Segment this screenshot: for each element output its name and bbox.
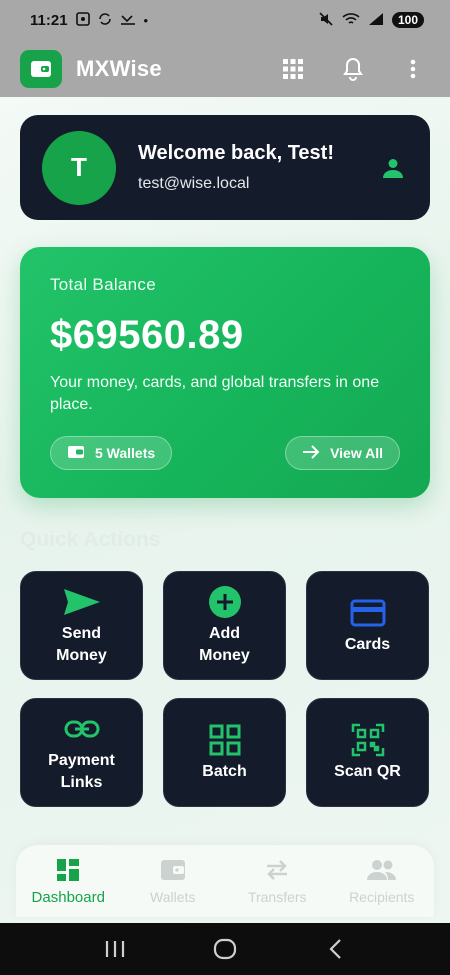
- bottom-nav: Dashboard Wallets Transfers Recipients: [16, 845, 434, 917]
- transfer-arrows-icon: [264, 857, 290, 883]
- grid-icon: [209, 723, 241, 757]
- bell-icon[interactable]: [340, 56, 366, 82]
- link-icon: [64, 712, 100, 746]
- payment-links-label: Payment Links: [48, 751, 115, 791]
- nav-dashboard[interactable]: Dashboard: [18, 857, 118, 906]
- app-bar: MXWise: [0, 40, 450, 97]
- send-icon: [63, 585, 101, 619]
- cards-button[interactable]: Cards: [306, 571, 429, 680]
- quick-actions-title: Quick Actions: [20, 528, 161, 551]
- nav-recipients[interactable]: Recipients: [332, 857, 432, 905]
- app-title: MXWise: [76, 55, 162, 81]
- wallets-button[interactable]: 5 Wallets: [50, 436, 173, 470]
- view-all-button[interactable]: View All: [285, 436, 400, 470]
- quick-actions-grid: Send Money Add Money Cards Payment Links: [20, 571, 430, 807]
- add-money-label: Add Money: [199, 624, 250, 664]
- scan-qr-label: Scan QR: [334, 762, 401, 780]
- home-icon[interactable]: [205, 934, 245, 964]
- app-bar-actions: [280, 56, 426, 82]
- people-icon: [366, 857, 397, 883]
- balance-actions: 5 Wallets View All: [50, 436, 400, 470]
- arrow-right-icon: [302, 444, 320, 462]
- balance-card: Total Balance $69560.89 Your money, card…: [20, 247, 430, 498]
- balance-label: Total Balance: [50, 275, 156, 294]
- scan-qr-button[interactable]: Scan QR: [306, 698, 429, 807]
- qr-code-icon: [351, 723, 385, 757]
- cards-label: Cards: [344, 635, 391, 653]
- add-money-button[interactable]: Add Money: [163, 571, 286, 680]
- send-money-button[interactable]: Send Money: [20, 571, 143, 680]
- nav-transfers-label: Transfers: [247, 889, 307, 905]
- status-left: 11:21 •: [30, 12, 148, 29]
- main-content[interactable]: T Welcome back, Test! test@wise.local To…: [0, 97, 450, 923]
- back-icon[interactable]: [315, 934, 355, 964]
- wifi-icon: [342, 12, 360, 29]
- credit-card-icon: [350, 596, 386, 630]
- wallet-icon: [67, 445, 85, 462]
- wallet-icon: [160, 857, 186, 883]
- batch-button[interactable]: Batch: [163, 698, 286, 807]
- wallets-button-label: 5 Wallets: [95, 445, 156, 461]
- nav-wallets-label: Wallets: [150, 889, 196, 905]
- nav-transfers[interactable]: Transfers: [227, 857, 327, 905]
- screenshot-icon: [75, 11, 90, 29]
- more-vertical-icon[interactable]: [400, 56, 426, 82]
- missed-call-icon: [120, 12, 136, 29]
- send-money-label: Send Money: [56, 624, 107, 664]
- view-all-label: View All: [330, 445, 383, 461]
- payment-links-button[interactable]: Payment Links: [20, 698, 143, 807]
- system-nav-bar: [0, 923, 450, 975]
- welcome-text: Welcome back, Test! test@wise.local: [138, 142, 334, 193]
- welcome-card: T Welcome back, Test! test@wise.local: [20, 115, 430, 220]
- nav-recipients-label: Recipients: [349, 889, 415, 905]
- notification-dot: •: [143, 12, 149, 28]
- app-logo-icon: [20, 49, 62, 88]
- nav-wallets[interactable]: Wallets: [123, 857, 223, 905]
- balance-amount: $69560.89: [50, 313, 244, 357]
- welcome-title: Welcome back, Test!: [138, 142, 334, 164]
- welcome-email: test@wise.local: [138, 175, 250, 192]
- status-time: 11:21: [30, 11, 68, 29]
- battery-indicator: 100: [391, 12, 424, 28]
- recent-apps-icon[interactable]: [95, 934, 135, 964]
- status-bar: 11:21 • 100: [0, 0, 450, 40]
- nav-dashboard-label: Dashboard: [31, 888, 105, 906]
- profile-icon[interactable]: [378, 153, 408, 183]
- dashboard-icon: [56, 857, 80, 883]
- balance-description: Your money, cards, and global transfers …: [50, 374, 380, 413]
- avatar: T: [42, 130, 116, 205]
- mute-icon: [318, 11, 334, 30]
- apps-grid-icon[interactable]: [280, 56, 306, 82]
- batch-label: Batch: [202, 762, 247, 780]
- sync-icon: [98, 12, 112, 29]
- status-right: 100: [318, 11, 424, 30]
- add-circle-icon: [208, 585, 242, 619]
- signal-icon: [368, 12, 384, 29]
